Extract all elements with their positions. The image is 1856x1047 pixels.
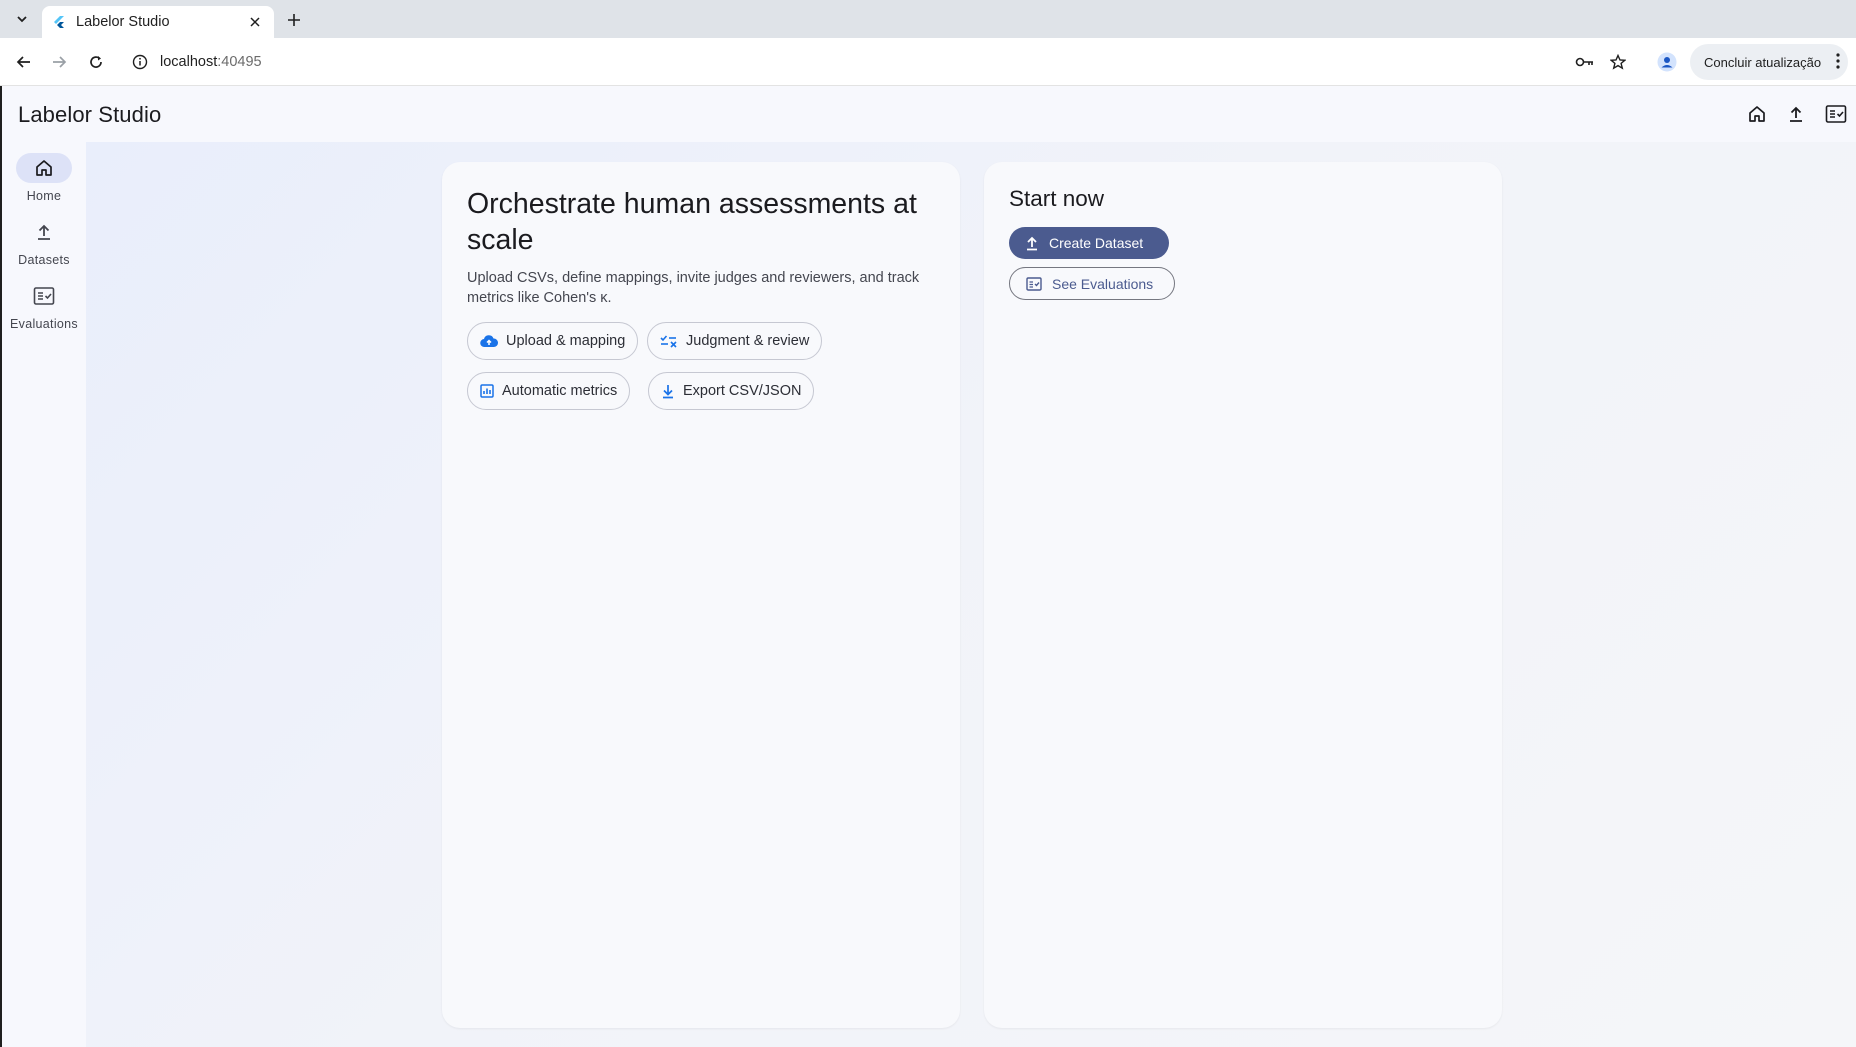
chip-automatic-metrics[interactable]: Automatic metrics [467, 372, 631, 410]
update-button[interactable]: Concluir atualização [1690, 44, 1848, 80]
rail-item-home[interactable]: Home [2, 153, 86, 203]
download-icon [663, 384, 673, 398]
start-card: Start now Create Dataset See Evaluations [984, 162, 1502, 1028]
rail-item-datasets[interactable]: Datasets [2, 217, 86, 267]
start-title: Start now [1009, 186, 1105, 211]
home-icon [36, 160, 52, 176]
create-dataset-button[interactable]: Create Dataset [1009, 227, 1169, 259]
see-evaluations-button[interactable]: See Evaluations [1009, 267, 1175, 300]
see-evaluations-label: See Evaluations [1052, 275, 1154, 292]
home-icon [1749, 106, 1765, 122]
chip-label: Judgment & review [686, 333, 810, 349]
url-text[interactable]: localhost:40495 [160, 54, 262, 70]
new-tab-button[interactable] [282, 8, 306, 32]
bookmark-star-icon[interactable] [1606, 50, 1630, 74]
chip-label: Upload & mapping [506, 333, 626, 349]
create-dataset-label: Create Dataset [1049, 235, 1144, 251]
rail-label-evaluations: Evaluations [10, 317, 78, 331]
analytics-icon [480, 384, 494, 398]
back-button[interactable] [12, 50, 36, 74]
flutter-icon [54, 16, 64, 28]
password-key-icon[interactable] [1573, 50, 1597, 74]
hero-subtitle: Upload CSVs, define mappings, invite jud… [467, 270, 920, 306]
rail-label-home: Home [26, 189, 62, 203]
navigation-rail: Home Datasets Evaluations [2, 142, 86, 1047]
upload-icon [38, 224, 50, 240]
plus-icon [288, 14, 300, 26]
fact-check-icon [1026, 276, 1042, 291]
browser-tabstrip: Labelor Studio [0, 0, 1856, 38]
fact-check-icon [1825, 105, 1847, 123]
app-bar: Labelor Studio [2, 86, 1856, 142]
appbar-datasets-button[interactable] [1782, 100, 1810, 128]
arrow-right-icon [53, 56, 67, 68]
upload-icon [1027, 236, 1037, 250]
browser-tab[interactable]: Labelor Studio [42, 6, 274, 38]
rule-icon [660, 335, 677, 348]
hero-card: Orchestrate human assessments at scale U… [442, 162, 960, 1028]
tab-title: Labelor Studio [76, 14, 170, 30]
chip-label: Export CSV/JSON [683, 383, 802, 399]
cloud-upload-icon [480, 335, 498, 348]
appbar-home-button[interactable] [1743, 100, 1771, 128]
arrow-left-icon [16, 56, 30, 68]
site-info-icon[interactable] [132, 54, 148, 70]
rail-label-datasets: Datasets [18, 253, 70, 267]
profile-avatar-icon[interactable] [1655, 50, 1679, 74]
forward-button[interactable] [47, 50, 71, 74]
reload-button[interactable] [84, 50, 108, 74]
browser-toolbar: localhost:40495 Concluir atualização [0, 38, 1856, 86]
appbar-evaluations-button[interactable] [1822, 100, 1850, 128]
chip-export-csv-json[interactable]: Export CSV/JSON [648, 372, 815, 410]
chevron-down-icon [17, 16, 27, 23]
url-host: localhost [160, 54, 218, 70]
more-vert-icon [1836, 53, 1840, 69]
rail-indicator [16, 217, 72, 247]
url-port: :40495 [217, 54, 262, 70]
upload-icon [1790, 106, 1802, 122]
chip-upload-mapping[interactable]: Upload & mapping [467, 322, 639, 360]
chip-judgment-review[interactable]: Judgment & review [647, 322, 823, 360]
address-bar[interactable]: localhost:40495 [122, 44, 1622, 80]
app-title: Labelor Studio [18, 102, 162, 127]
fact-check-icon [33, 287, 55, 305]
rail-item-evaluations[interactable]: Evaluations [2, 281, 86, 331]
app-root: Labelor Studio Home Datasets Evaluations… [0, 86, 1856, 1047]
hero-title: Orchestrate human assessments at scale [467, 188, 917, 256]
close-icon[interactable] [246, 13, 264, 31]
rail-indicator [16, 281, 72, 311]
reload-icon [90, 56, 102, 68]
update-label: Concluir atualização [1704, 54, 1822, 70]
chip-label: Automatic metrics [502, 383, 618, 399]
tab-search-button[interactable] [8, 7, 36, 31]
main-content: Orchestrate human assessments at scale U… [86, 142, 1856, 1047]
rail-indicator [16, 153, 72, 183]
